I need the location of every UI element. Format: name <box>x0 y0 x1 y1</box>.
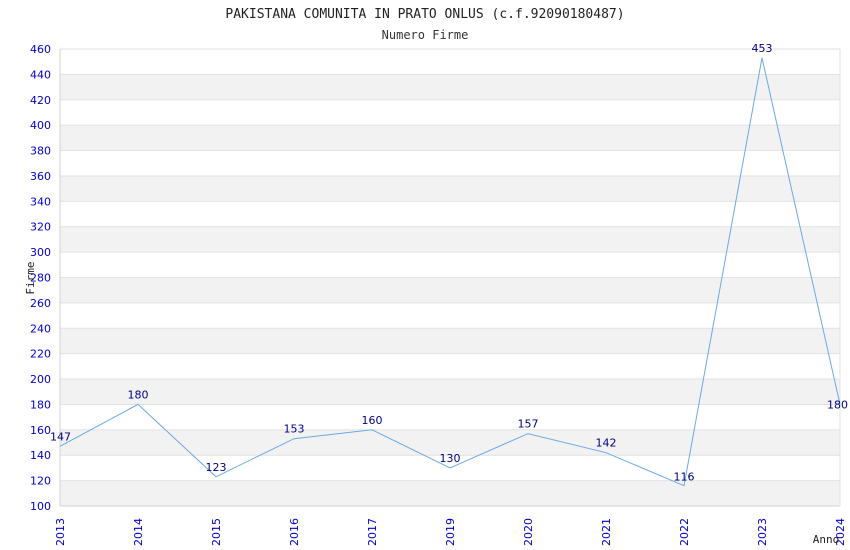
y-tick-label: 220 <box>30 348 51 361</box>
grid-band <box>60 277 840 303</box>
x-tick-label: 2019 <box>444 518 457 546</box>
y-tick-label: 400 <box>30 119 51 132</box>
y-tick-label: 180 <box>30 398 51 411</box>
x-tick-label: 2015 <box>210 518 223 546</box>
data-label: 130 <box>440 452 461 465</box>
y-tick-label: 340 <box>30 195 51 208</box>
y-tick-label: 120 <box>30 475 51 488</box>
x-tick-label: 2017 <box>366 518 379 546</box>
grid-band <box>60 328 840 354</box>
data-label: 116 <box>674 471 695 484</box>
y-tick-label: 140 <box>30 449 51 462</box>
y-axis-label: Firme <box>24 261 37 294</box>
data-label: 180 <box>827 398 848 411</box>
data-label: 160 <box>362 414 383 427</box>
y-tick-label: 420 <box>30 94 51 107</box>
data-label: 157 <box>518 418 539 431</box>
data-label: 180 <box>128 388 149 401</box>
grid-band <box>60 379 840 405</box>
data-label: 142 <box>596 437 617 450</box>
grid-band <box>60 74 840 100</box>
y-tick-label: 360 <box>30 170 51 183</box>
x-tick-label: 2022 <box>678 518 691 546</box>
y-tick-label: 200 <box>30 373 51 386</box>
data-labels: 147 180 123 153 160 130 157 142 116 453 180 <box>50 42 848 484</box>
x-tick-label: 2020 <box>522 518 535 546</box>
x-tick-label: 2016 <box>288 518 301 546</box>
x-tick-label: 2023 <box>756 518 769 546</box>
chart-title: PAKISTANA COMUNITA IN PRATO ONLUS (c.f.9… <box>225 7 624 22</box>
series-line <box>59 57 841 487</box>
x-axis-ticks: 2013 2014 2015 2016 2017 2019 2020 2021 2022 2023… <box>54 518 847 546</box>
y-tick-label: 440 <box>30 68 51 81</box>
y-tick-label: 300 <box>30 246 51 259</box>
grid-band <box>60 480 840 506</box>
chart-subtitle: Numero Firme <box>382 28 469 42</box>
y-tick-label: 100 <box>30 500 51 513</box>
x-tick-label: 2014 <box>132 518 145 546</box>
x-tick-label: 2021 <box>600 518 613 546</box>
grid-band <box>60 125 840 151</box>
data-label: 147 <box>50 430 71 443</box>
data-label: 453 <box>752 42 773 55</box>
y-tick-label: 380 <box>30 145 51 158</box>
chart: PAKISTANA COMUNITA IN PRATO ONLUS (c.f.9… <box>24 7 848 546</box>
y-tick-label: 160 <box>30 424 51 437</box>
data-label: 123 <box>206 461 227 474</box>
y-tick-label: 460 <box>30 43 51 56</box>
x-axis-label: Anno <box>813 533 840 546</box>
grid-band <box>60 175 840 202</box>
y-tick-label: 240 <box>30 322 51 335</box>
y-tick-label: 260 <box>30 297 51 310</box>
y-tick-label: 320 <box>30 221 51 234</box>
x-tick-label: 2013 <box>54 518 67 546</box>
grid-band <box>60 226 840 253</box>
data-label: 153 <box>284 423 305 436</box>
